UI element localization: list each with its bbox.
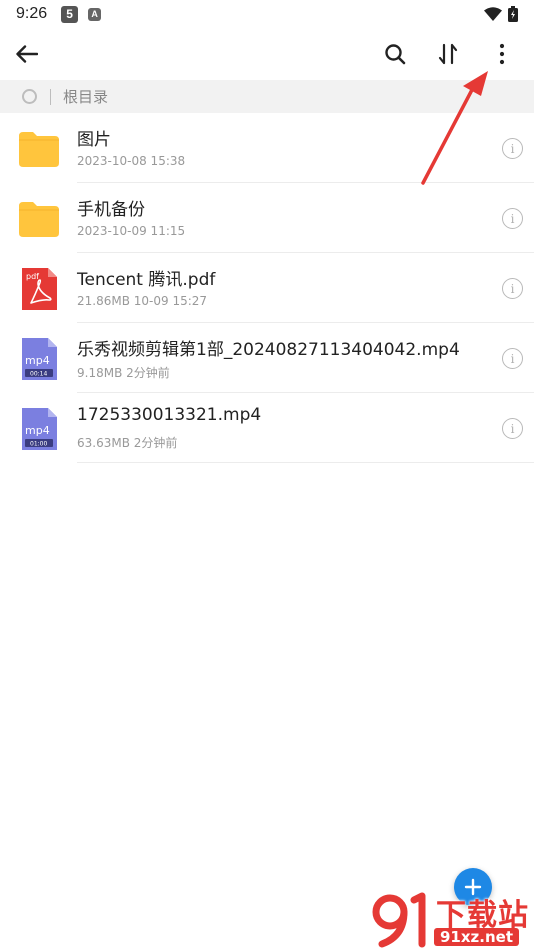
breadcrumb: 根目录 [0, 80, 534, 113]
more-options-button[interactable] [482, 34, 522, 74]
back-button[interactable] [7, 34, 47, 74]
file-meta: 2023-10-09 11:15 [77, 224, 186, 238]
file-list: 图片 2023-10-08 15:38 i 手机备份 2023-10-09 11… [0, 113, 534, 463]
sort-button[interactable] [428, 34, 468, 74]
select-all-radio[interactable] [22, 89, 37, 104]
info-icon: i [510, 211, 515, 226]
watermark-url: 91xz.net [434, 928, 520, 946]
info-icon: i [510, 281, 515, 296]
battery-icon [508, 6, 518, 22]
search-button[interactable] [375, 34, 415, 74]
search-icon [385, 44, 406, 65]
file-name: 手机备份 [77, 200, 145, 220]
info-button[interactable]: i [502, 208, 523, 229]
file-meta: 21.86MB 10-09 15:27 [77, 294, 208, 308]
info-icon: i [510, 351, 515, 366]
info-button[interactable]: i [502, 418, 523, 439]
video-ext-label: mp4 [25, 424, 50, 437]
video-file-icon: mp4 01:00 [22, 408, 57, 450]
app-notification-icon: 5 [61, 5, 79, 23]
file-name: 乐秀视频剪辑第1部_20240827113404042.mp4 [77, 340, 460, 360]
pdf-ext-label: pdf [26, 272, 39, 281]
pdf-file-icon: pdf [22, 268, 57, 310]
file-meta: 9.18MB 2分钟前 [77, 366, 170, 380]
video-duration: 01:00 [30, 441, 47, 448]
more-vertical-icon [499, 43, 505, 65]
wifi-icon [484, 7, 502, 21]
video-duration: 00:14 [30, 371, 47, 378]
status-time: 9:26 [16, 5, 48, 22]
list-item[interactable]: pdf Tencent 腾讯.pdf 21.86MB 10-09 15:27 i [0, 253, 534, 323]
status-bar: 9:26 5 A [0, 0, 534, 28]
list-item[interactable]: 图片 2023-10-08 15:38 i [0, 113, 534, 183]
list-item[interactable]: mp4 00:14 乐秀视频剪辑第1部_20240827113404042.mp… [0, 323, 534, 393]
folder-icon [19, 202, 59, 237]
sort-icon [438, 43, 458, 65]
divider [77, 462, 534, 463]
breadcrumb-separator [50, 88, 51, 105]
file-meta: 63.63MB 2分钟前 [77, 436, 178, 450]
file-meta: 2023-10-08 15:38 [77, 154, 186, 168]
status-right [484, 6, 518, 22]
folder-icon [19, 132, 59, 167]
list-item[interactable]: 手机备份 2023-10-09 11:15 i [0, 183, 534, 253]
video-ext-label: mp4 [25, 354, 50, 367]
breadcrumb-root[interactable]: 根目录 [63, 86, 108, 107]
text-notification-icon: A [88, 7, 102, 21]
list-item[interactable]: mp4 01:00 1725330013321.mp4 63.63MB 2分钟前… [0, 393, 534, 463]
toolbar [0, 28, 534, 80]
info-button[interactable]: i [502, 278, 523, 299]
video-file-icon: mp4 00:14 [22, 338, 57, 380]
arrow-left-icon [16, 45, 38, 63]
watermark: 下载站 91xz.net [370, 888, 534, 950]
info-icon: i [510, 421, 515, 436]
file-name: 图片 [77, 130, 111, 150]
file-name: 1725330013321.mp4 [77, 405, 262, 425]
info-button[interactable]: i [502, 348, 523, 369]
watermark-logo [372, 892, 426, 948]
info-button[interactable]: i [502, 138, 523, 159]
info-icon: i [510, 141, 515, 156]
file-name: Tencent 腾讯.pdf [77, 270, 216, 290]
